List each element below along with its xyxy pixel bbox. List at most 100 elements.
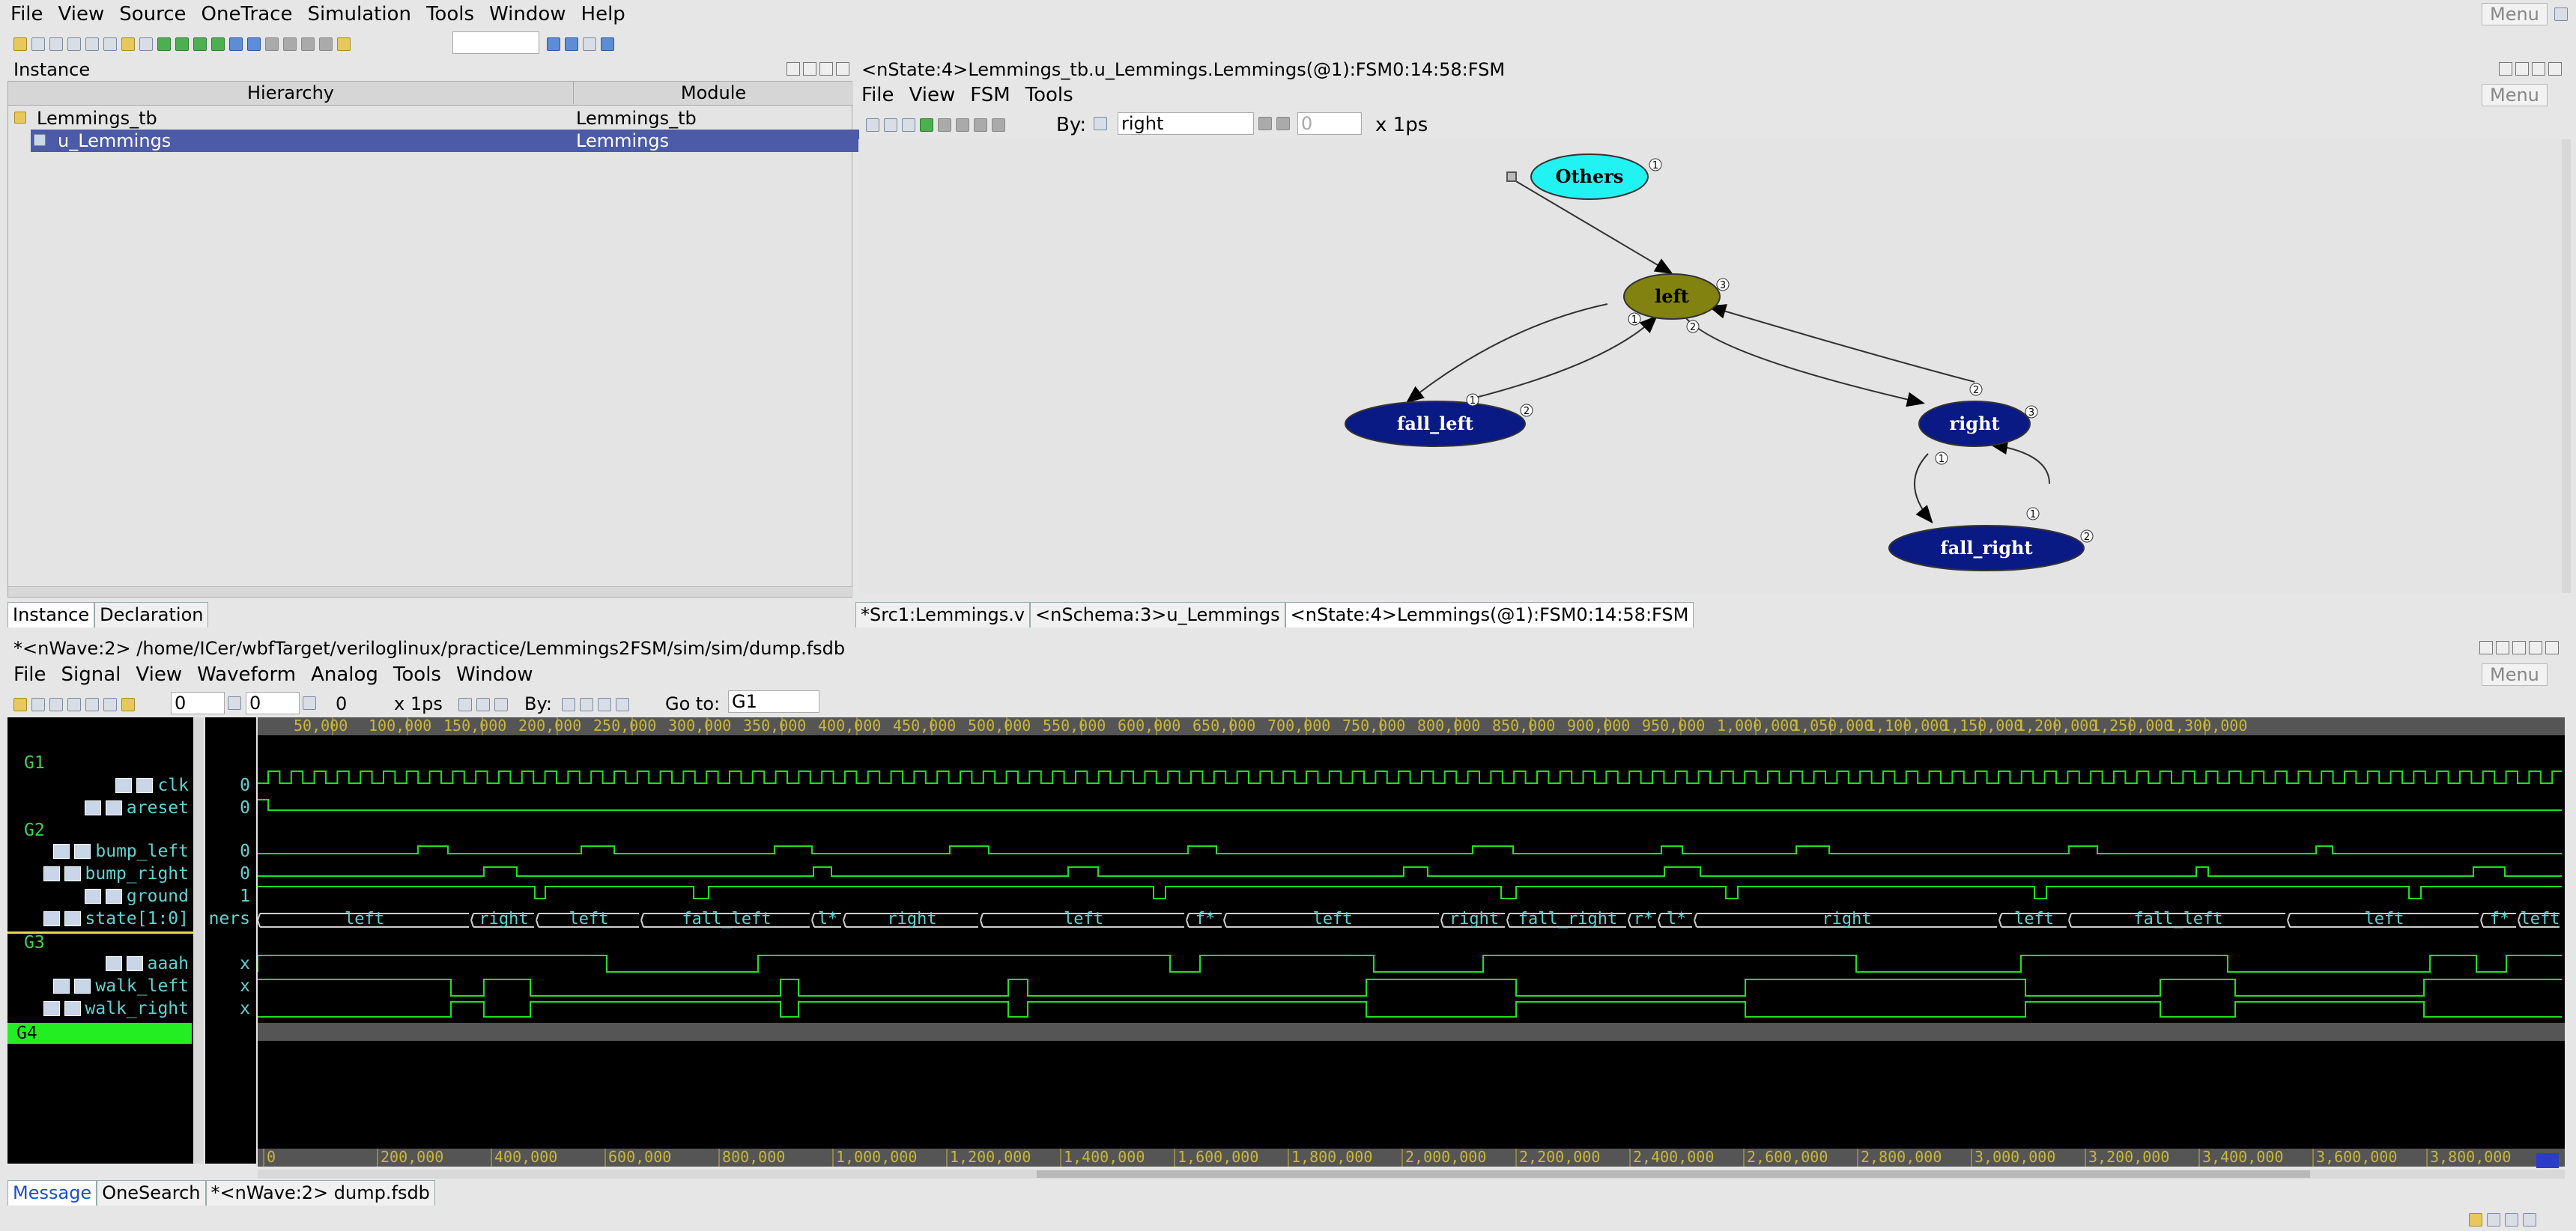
marker-icon[interactable] <box>228 696 241 710</box>
fsm-node-fall-right[interactable]: fall_right <box>1888 525 2085 571</box>
group-g4-selected[interactable]: G4 <box>7 1023 192 1044</box>
fsm-node-right[interactable]: right <box>1918 401 2031 447</box>
menu-simulation[interactable]: Simulation <box>307 3 411 25</box>
signal-state[interactable]: state[1:0] <box>43 909 189 928</box>
wave-menu-button[interactable]: Menu <box>2482 663 2548 686</box>
group-label[interactable]: G1 <box>24 753 45 773</box>
open-icon[interactable] <box>13 698 27 711</box>
tab-onesearch[interactable]: OneSearch <box>97 1180 206 1206</box>
toolbar-icon-2[interactable] <box>49 37 63 51</box>
goto-combo[interactable]: G1 <box>728 690 819 713</box>
back-icon[interactable] <box>175 37 189 51</box>
toolbar-icon-9[interactable] <box>265 37 279 51</box>
zoom-out-icon[interactable] <box>884 118 897 132</box>
toolbar-icon-6[interactable] <box>139 37 153 51</box>
signal-clk[interactable]: clk <box>115 776 189 795</box>
fsm-vscrollbar[interactable] <box>2562 139 2571 593</box>
main-settings-icon[interactable] <box>2554 7 2568 21</box>
hierarchy-column-header[interactable]: Hierarchy <box>8 82 574 104</box>
status-icon[interactable] <box>2469 1213 2482 1227</box>
search-icon[interactable] <box>547 37 560 51</box>
copy-icon[interactable] <box>85 698 99 711</box>
wave-menu-waveform[interactable]: Waveform <box>197 663 296 686</box>
cursor-icon[interactable] <box>121 698 135 711</box>
menu-window[interactable]: Window <box>489 3 566 25</box>
search-icon[interactable] <box>616 698 629 711</box>
toolbar-icon-10[interactable] <box>283 37 297 51</box>
fsm-toolbar-icon[interactable] <box>956 118 969 132</box>
toolbar-icon-1[interactable] <box>31 37 45 51</box>
signal-aaah[interactable]: aaah <box>105 954 189 973</box>
delta-icon[interactable] <box>303 696 316 710</box>
toolbar-icon-14[interactable] <box>583 37 596 51</box>
find-icon[interactable] <box>565 37 578 51</box>
tab-instance[interactable]: Instance <box>7 602 95 627</box>
toolbar-icon-12[interactable] <box>319 37 333 51</box>
menu-file[interactable]: File <box>10 3 43 25</box>
zoom-in-icon[interactable] <box>458 698 472 711</box>
status-icon[interactable] <box>2487 1213 2500 1227</box>
instance-row-selected[interactable]: u_Lemmings Lemmings <box>31 130 859 152</box>
toolbar-icon-13[interactable] <box>337 37 351 51</box>
menu-view[interactable]: View <box>58 3 105 25</box>
fsm-node-others[interactable]: Others <box>1530 154 1649 200</box>
signal-walk-right[interactable]: walk_right <box>43 999 189 1018</box>
group-label[interactable]: G3 <box>24 933 45 952</box>
signal-areset[interactable]: areset <box>84 798 189 818</box>
fsm-by-combo[interactable]: right <box>1118 112 1254 135</box>
cursor-time-input[interactable]: 0 <box>171 692 225 714</box>
tab-nwave[interactable]: *<nWave:2> dump.fsdb <box>205 1180 435 1206</box>
signal-ground[interactable]: ground <box>84 887 189 906</box>
fsm-toolbar-icon[interactable] <box>938 118 951 132</box>
tab-schema[interactable]: <nSchema:3>u_Lemmings <box>1030 602 1285 627</box>
wave-window-controls[interactable] <box>2479 641 2559 654</box>
toolbar-icon-11[interactable] <box>301 37 315 51</box>
wave-menu-analog[interactable]: Analog <box>311 663 378 686</box>
toolbar-icon-15[interactable] <box>601 37 614 51</box>
prev-edge-icon[interactable] <box>580 698 593 711</box>
menu-source[interactable]: Source <box>119 3 186 25</box>
status-icon[interactable] <box>2523 1213 2536 1227</box>
fsm-toolbar-icon[interactable] <box>920 118 933 132</box>
marker-time-input[interactable]: 0 <box>246 692 300 714</box>
fsm-menu-tools[interactable]: Tools <box>1025 84 1073 106</box>
menu-tools[interactable]: Tools <box>426 3 474 25</box>
fsm-time-input[interactable]: 0 <box>1297 112 1362 135</box>
fsm-menu-file[interactable]: File <box>861 84 894 106</box>
fsm-menu-view[interactable]: View <box>909 84 956 106</box>
instance-row[interactable]: Lemmings_tb Lemmings_tb <box>8 107 853 130</box>
toolbar-icon-5[interactable] <box>103 37 117 51</box>
by-filter-icon[interactable] <box>1094 117 1107 130</box>
tab-message[interactable]: Message <box>7 1180 97 1206</box>
cut-icon[interactable] <box>67 698 81 711</box>
fsm-menu-fsm[interactable]: FSM <box>970 84 1010 106</box>
toolbar-icon-3[interactable] <box>67 37 81 51</box>
toolbar-icon-4[interactable] <box>85 37 99 51</box>
toolbar-icon-8[interactable] <box>247 37 261 51</box>
main-toolbar-combo[interactable] <box>452 31 539 54</box>
next-edge-icon[interactable] <box>598 698 611 711</box>
paste-icon[interactable] <box>103 698 117 711</box>
status-icon[interactable] <box>2505 1213 2518 1227</box>
fsm-node-fall-left[interactable]: fall_left <box>1345 401 1526 447</box>
fsm-menu-button[interactable]: Menu <box>2482 84 2548 106</box>
main-menu-button[interactable]: Menu <box>2482 3 2548 25</box>
zoom-fit-icon[interactable] <box>902 118 915 132</box>
menu-onetrace[interactable]: OneTrace <box>201 3 293 25</box>
signal-bump-right[interactable]: bump_right <box>43 864 189 884</box>
zoom-fit-icon[interactable] <box>494 698 508 711</box>
wave-menu-tools[interactable]: Tools <box>393 663 441 686</box>
forward-icon[interactable] <box>157 37 171 51</box>
edge-icon[interactable] <box>562 698 575 711</box>
arrow-right-icon[interactable] <box>211 37 225 51</box>
folder-icon[interactable] <box>121 37 135 51</box>
arrow-left-icon[interactable] <box>193 37 207 51</box>
fsm-node-left[interactable]: left <box>1623 273 1721 320</box>
tab-src1[interactable]: *Src1:Lemmings.v <box>855 602 1031 627</box>
waveform-pane[interactable]: 50,000 100,000 150,000 200,000 250,000 300,00… <box>258 717 2565 1167</box>
instance-hscrollbar[interactable] <box>8 586 853 597</box>
fsm-toolbar-icon[interactable] <box>992 118 1005 132</box>
wave-toolbar-icon[interactable] <box>31 698 45 711</box>
wave-menu-file[interactable]: File <box>13 663 46 686</box>
zoom-out-icon[interactable] <box>476 698 490 711</box>
